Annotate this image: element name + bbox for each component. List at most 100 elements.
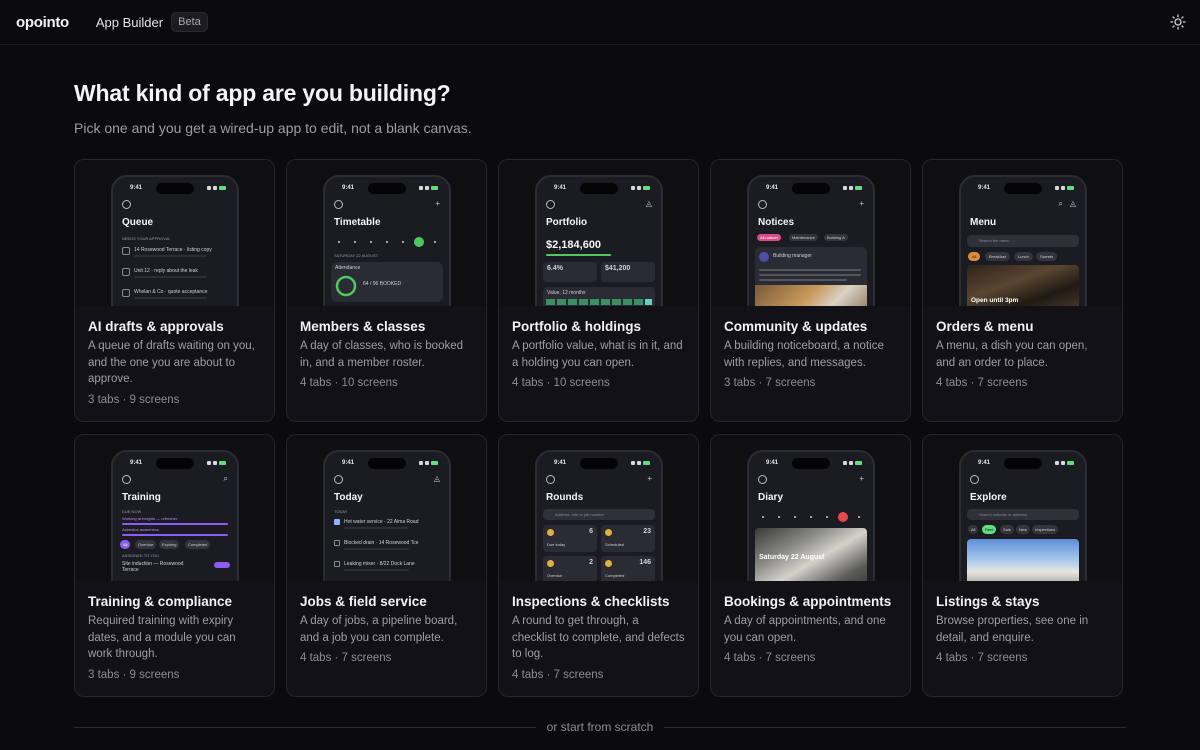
search-placeholder: Address, site or job number [555, 512, 604, 517]
phone-time: 9:41 [978, 185, 991, 191]
phone-text: 14 Rosewood Terrace · listing copy [134, 247, 212, 253]
phone-text: Saturday 22 August [759, 554, 825, 561]
bell-icon: ◬ [433, 474, 440, 483]
filter-chip: Overdue [135, 540, 157, 549]
avatar-icon [334, 200, 343, 209]
template-card-bookings[interactable]: 9:41 + Diary Saturday 22 August Bookings… [710, 434, 911, 697]
phone-mockup: 9:41 + Timetable SATURDAY 22 AUGUST Atte… [323, 175, 451, 306]
phone-text: Unit 12 · reply about the leak [134, 268, 198, 274]
filter-chip: Building A [824, 234, 848, 241]
card-meta: 4 tabs · 7 screens [300, 652, 392, 664]
phone-time: 9:41 [342, 460, 355, 466]
stat-label: Scheduled [605, 542, 624, 547]
search-placeholder: Search the menu [979, 238, 1010, 243]
search-icon: ⌕ [1058, 199, 1063, 208]
phone-text: Hot water service · 22 Alma Road [344, 519, 419, 525]
card-meta: 4 tabs · 10 screens [300, 377, 398, 389]
stat-label: Due today [547, 542, 566, 547]
card-preview: 9:41 ⌕ ◬ Menu Search the menu All Breakf… [923, 160, 1122, 306]
card-title: Community & updates [724, 319, 868, 334]
card-preview: 9:41 + Rounds Address, site or job numbe… [499, 435, 698, 581]
phone-text: 6.4% [547, 265, 563, 272]
property-photo [967, 539, 1079, 581]
avatar-icon [970, 475, 979, 484]
template-card-ai-drafts[interactable]: 9:41 Queue NEEDS YOUR APPROVAL 14 Rosewo… [74, 159, 275, 422]
phone-mockup: 9:41 + Rounds Address, site or job numbe… [535, 450, 663, 581]
filter-chip: Breakfast [985, 252, 1010, 261]
card-description: A building noticeboard, a notice with re… [724, 340, 884, 369]
card-title: Members & classes [300, 319, 426, 334]
template-card-portfolio[interactable]: 9:41 ◬ Portfolio $2,184,600 6.4% $41,200… [498, 159, 699, 422]
phone-text: NEEDS YOUR APPROVAL [122, 236, 171, 241]
checkbox-icon [122, 268, 130, 276]
checkbox-icon [122, 289, 130, 297]
template-card-jobs[interactable]: 9:41 ◬ Today TODAY Hot water service · 2… [286, 434, 487, 697]
page-subtitle: Pick one and you get a wired-up app to e… [74, 120, 472, 136]
filter-chip: Lunch [1014, 252, 1033, 261]
card-meta: 4 tabs · 7 screens [724, 652, 816, 664]
card-preview: 9:41 + Diary Saturday 22 August [711, 435, 910, 581]
phone-screen-title: Notices [758, 217, 795, 228]
status-badge [214, 562, 230, 568]
card-preview: 9:41 + Notices All notices Maintenance B… [711, 160, 910, 306]
phone-text: DUE NOW [122, 509, 142, 514]
card-preview: 9:41 Explore Search suburbs or address A… [923, 435, 1122, 581]
card-meta: 4 tabs · 10 screens [512, 377, 610, 389]
card-title: Portfolio & holdings [512, 319, 641, 334]
phone-text: ASSIGNED TO YOU [122, 553, 159, 558]
stat-label: Overdue [547, 573, 563, 578]
plus-icon: + [859, 199, 864, 208]
phone-mockup: 9:41 ⌕ ◬ Menu Search the menu All Breakf… [959, 175, 1087, 306]
template-card-listings[interactable]: 9:41 Explore Search suburbs or address A… [922, 434, 1123, 697]
plus-icon: + [435, 199, 440, 208]
start-from-scratch-label[interactable]: or start from scratch [536, 720, 664, 734]
template-card-inspections[interactable]: 9:41 + Rounds Address, site or job numbe… [498, 434, 699, 697]
card-description: A round to get through, a checklist to c… [512, 615, 685, 660]
phone-text: Building manager [773, 253, 812, 259]
filter-chip: Completed [185, 540, 211, 549]
card-description: A day of appointments, and one you can o… [724, 615, 886, 644]
template-card-training[interactable]: 9:41 ⌕ Training DUE NOW Working at heigh… [74, 434, 275, 697]
phone-text: SATURDAY 22 AUGUST [334, 253, 379, 258]
phone-text: TODAY [334, 509, 348, 514]
beta-badge: Beta [171, 12, 208, 32]
filter-chip: Maintenance [789, 234, 818, 241]
card-preview: 9:41 ⌕ Training DUE NOW Working at heigh… [75, 435, 274, 581]
card-meta: 4 tabs · 7 screens [512, 668, 604, 681]
phone-time: 9:41 [766, 185, 779, 191]
phone-mockup: 9:41 ⌕ Training DUE NOW Working at heigh… [111, 450, 239, 581]
template-card-members-classes[interactable]: 9:41 + Timetable SATURDAY 22 AUGUST Atte… [286, 159, 487, 422]
menu-photo: Open until 3pm [967, 265, 1079, 306]
filter-chip: Expiring [159, 540, 180, 549]
stat-value: 23 [643, 528, 651, 535]
avatar-icon [122, 200, 131, 209]
sun-icon[interactable] [1170, 14, 1186, 30]
phone-screen-title: Queue [122, 217, 154, 228]
checkbox-icon [122, 247, 130, 255]
phone-screen-title: Diary [758, 492, 784, 503]
card-preview: 9:41 ◬ Portfolio $2,184,600 6.4% $41,200… [499, 160, 698, 306]
card-preview: 9:41 Queue NEEDS YOUR APPROVAL 14 Rosewo… [75, 160, 274, 306]
start-from-scratch-link[interactable]: or start from scratch [0, 720, 1200, 734]
phone-time: 9:41 [342, 185, 355, 191]
filter-chip: Sale [1000, 525, 1015, 534]
template-card-community[interactable]: 9:41 + Notices All notices Maintenance B… [710, 159, 911, 422]
phone-mockup: 9:41 ◬ Portfolio $2,184,600 6.4% $41,200… [535, 175, 663, 306]
phone-time: 9:41 [130, 185, 143, 191]
avatar-icon [546, 200, 555, 209]
logo[interactable]: opointo [16, 14, 69, 31]
template-card-orders-menu[interactable]: 9:41 ⌕ ◬ Menu Search the menu All Breakf… [922, 159, 1123, 422]
filter-chip: All notices [757, 234, 782, 241]
attendance-card: Attendance 64 / 96 BOOKED [331, 262, 443, 302]
bell-icon: ◬ [645, 199, 652, 208]
stat-label: Completed [605, 573, 625, 578]
search-placeholder: Search suburbs or address [979, 512, 1028, 517]
phone-screen-title: Portfolio [546, 217, 588, 228]
card-title: Orders & menu [936, 319, 1034, 334]
card-title: Training & compliance [88, 594, 233, 609]
phone-text: Asbestos awareness [122, 527, 159, 532]
card-title: Bookings & appointments [724, 594, 892, 609]
phone-screen-title: Today [334, 492, 363, 503]
card-meta: 4 tabs · 7 screens [936, 652, 1028, 664]
phone-mockup: 9:41 + Notices All notices Maintenance B… [747, 175, 875, 306]
